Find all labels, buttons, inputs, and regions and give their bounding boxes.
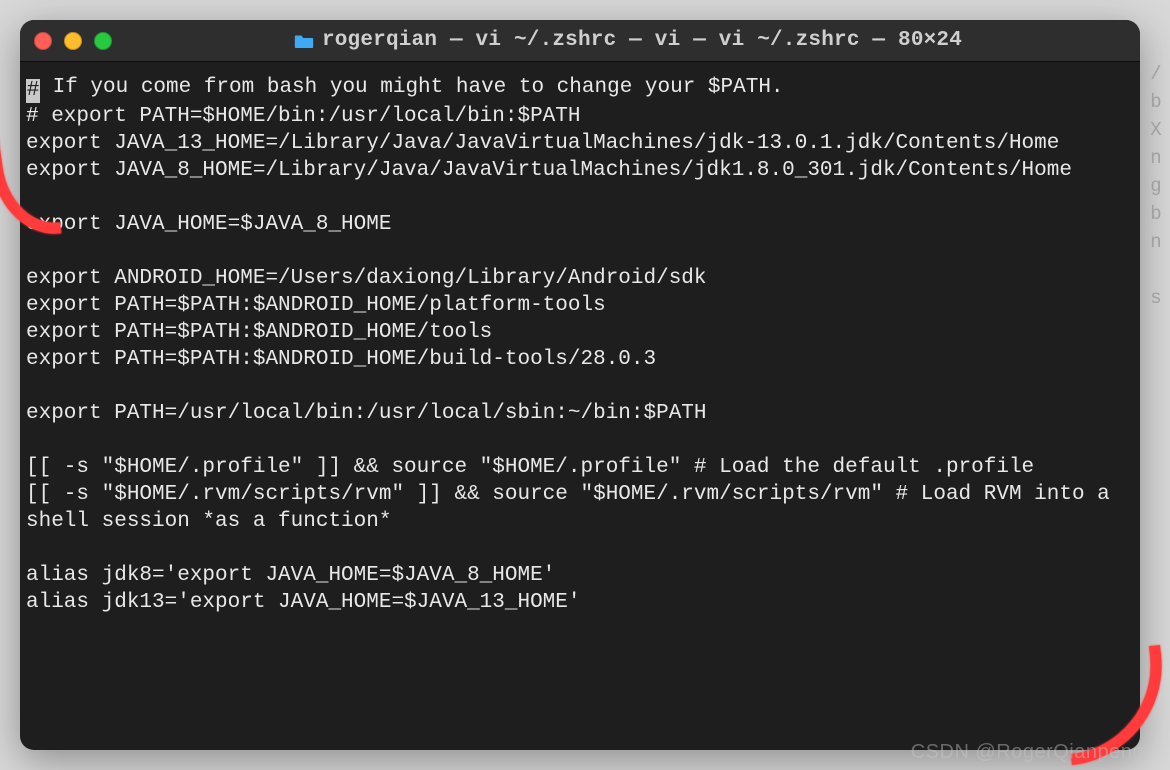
line-1: If you come from bash you might have to … xyxy=(40,76,784,99)
traffic-lights xyxy=(34,32,112,50)
gutter-char: X xyxy=(1144,116,1168,144)
gutter-char xyxy=(1144,592,1168,620)
gutter-char xyxy=(1144,508,1168,536)
line-4: export JAVA_8_HOME=/Library/Java/JavaVir… xyxy=(26,159,1072,182)
gutter-char xyxy=(1144,424,1168,452)
line-11: export PATH=$PATH:$ANDROID_HOME/build-to… xyxy=(26,348,656,371)
gutter-char xyxy=(1144,340,1168,368)
minimize-icon[interactable] xyxy=(64,32,82,50)
line-9: export PATH=$PATH:$ANDROID_HOME/platform… xyxy=(26,294,606,317)
gutter-char xyxy=(1144,312,1168,340)
titlebar[interactable]: rogerqian — vi ~/.zshrc — vi — vi ~/.zsh… xyxy=(20,20,1140,62)
folder-icon xyxy=(294,33,314,49)
right-gutter: / b X n g b n s G xyxy=(1144,60,1168,676)
terminal-content[interactable]: # If you come from bash you might have t… xyxy=(20,62,1140,750)
gutter-char: n xyxy=(1144,144,1168,172)
window-title: rogerqian — vi ~/.zshrc — vi — vi ~/.zsh… xyxy=(322,29,962,52)
gutter-char: g xyxy=(1144,172,1168,200)
stage: rogerqian — vi ~/.zshrc — vi — vi ~/.zsh… xyxy=(0,0,1170,770)
zoom-icon[interactable] xyxy=(94,32,112,50)
gutter-char xyxy=(1144,452,1168,480)
line-16: [[ -s "$HOME/.rvm/scripts/rvm" ]] && sou… xyxy=(26,483,1122,533)
window-title-wrap: rogerqian — vi ~/.zshrc — vi — vi ~/.zsh… xyxy=(130,29,1126,52)
gutter-char xyxy=(1144,536,1168,564)
editor-text[interactable]: # If you come from bash you might have t… xyxy=(20,62,1140,750)
watermark: CSDN @RogerQianpeng xyxy=(911,741,1144,764)
line-10: export PATH=$PATH:$ANDROID_HOME/tools xyxy=(26,321,492,344)
cursor: # xyxy=(26,79,40,103)
line-18: alias jdk8='export JAVA_HOME=$JAVA_8_HOM… xyxy=(26,564,555,587)
gutter-char: b xyxy=(1144,200,1168,228)
gutter-char xyxy=(1144,564,1168,592)
terminal-window: rogerqian — vi ~/.zshrc — vi — vi ~/.zsh… xyxy=(20,20,1140,750)
gutter-char xyxy=(1144,396,1168,424)
line-13: export PATH=/usr/local/bin:/usr/local/sb… xyxy=(26,402,707,425)
gutter-char: / xyxy=(1144,60,1168,88)
line-19: alias jdk13='export JAVA_HOME=$JAVA_13_H… xyxy=(26,591,581,614)
line-6: export JAVA_HOME=$JAVA_8_HOME xyxy=(26,213,391,236)
gutter-char: n xyxy=(1144,228,1168,256)
line-8: export ANDROID_HOME=/Users/daxiong/Libra… xyxy=(26,267,707,290)
gutter-char: b xyxy=(1144,88,1168,116)
gutter-char xyxy=(1144,368,1168,396)
gutter-char xyxy=(1144,620,1168,648)
line-15: [[ -s "$HOME/.profile" ]] && source "$HO… xyxy=(26,456,1034,479)
gutter-char: s xyxy=(1144,284,1168,312)
line-2: # export PATH=$HOME/bin:/usr/local/bin:$… xyxy=(26,105,581,128)
line-3: export JAVA_13_HOME=/Library/Java/JavaVi… xyxy=(26,132,1059,155)
close-icon[interactable] xyxy=(34,32,52,50)
gutter-char xyxy=(1144,480,1168,508)
gutter-char xyxy=(1144,256,1168,284)
